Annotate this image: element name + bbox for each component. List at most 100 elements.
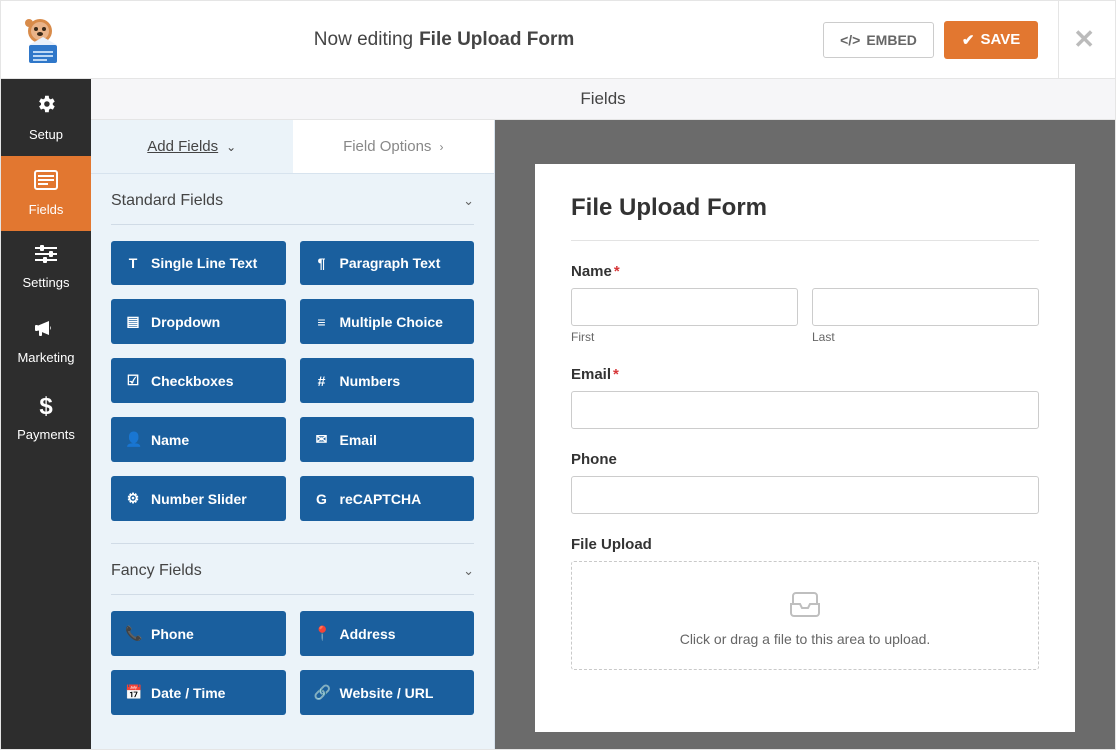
field-paragraph-text[interactable]: ¶Paragraph Text — [300, 241, 475, 285]
sliders-icon: ⚙ — [125, 490, 141, 507]
field-number-slider[interactable]: ⚙ Number Slider — [111, 476, 286, 521]
sidebar-item-label: Settings — [23, 275, 70, 290]
fields-panel: Add Fields ⌄ Field Options › Standard Fi… — [91, 120, 495, 749]
main-layout: Setup Fields Settings Marketing $ Paymen… — [1, 79, 1115, 749]
form-name: File Upload Form — [419, 29, 574, 51]
bullhorn-icon — [35, 318, 57, 344]
hash-icon: # — [314, 373, 330, 389]
envelope-icon: ✉ — [314, 431, 330, 448]
field-email[interactable]: ✉ Email — [300, 417, 475, 462]
input-last-name[interactable] — [812, 288, 1039, 326]
tab-label: Field Options — [343, 138, 431, 155]
sidebar-item-payments[interactable]: $ Payments — [1, 379, 91, 456]
label-phone: Phone — [571, 451, 1039, 468]
sidebar-item-settings[interactable]: Settings — [1, 231, 91, 304]
section-header-standard[interactable]: Standard Fields ⌄ — [111, 192, 474, 225]
field-label: Numbers — [340, 373, 401, 389]
form-card: File Upload Form Name* First — [535, 164, 1075, 732]
label-text: Email — [571, 366, 611, 383]
inbox-icon — [582, 590, 1028, 621]
editing-title: Now editing File Upload Form — [65, 29, 823, 51]
field-label: Address — [340, 626, 396, 642]
editing-prefix: Now editing — [314, 29, 413, 51]
field-label: Number Slider — [151, 491, 247, 507]
app-logo-icon — [15, 15, 65, 65]
pin-icon: 📍 — [314, 625, 330, 642]
dropdown-icon: ▤ — [125, 313, 141, 330]
tab-add-fields[interactable]: Add Fields ⌄ — [91, 120, 293, 173]
required-marker: * — [613, 366, 619, 383]
field-dropdown[interactable]: ▤Dropdown — [111, 299, 286, 344]
link-icon: 🔗 — [314, 684, 330, 701]
columns: Add Fields ⌄ Field Options › Standard Fi… — [91, 120, 1115, 749]
save-button[interactable]: ✔ SAVE — [944, 21, 1038, 59]
sidebar: Setup Fields Settings Marketing $ Paymen… — [1, 79, 91, 749]
sublabel-first: First — [571, 330, 798, 344]
field-address[interactable]: 📍 Address — [300, 611, 475, 656]
close-icon[interactable]: ✕ — [1073, 24, 1095, 55]
sidebar-item-setup[interactable]: Setup — [1, 79, 91, 156]
embed-label: EMBED — [866, 32, 917, 48]
fields-header: Fields — [91, 79, 1115, 120]
form-title: File Upload Form — [571, 194, 1039, 241]
upload-dropzone[interactable]: Click or drag a file to this area to upl… — [571, 561, 1039, 670]
field-row-file-upload[interactable]: File Upload Click or drag a file to this… — [571, 536, 1039, 670]
field-label: Single Line Text — [151, 255, 257, 271]
calendar-icon: 📅 — [125, 684, 141, 701]
field-single-line-text[interactable]: T Single Line Text — [111, 241, 286, 285]
field-website-url[interactable]: 🔗 Website / URL — [300, 670, 475, 715]
section-title: Standard Fields — [111, 192, 223, 210]
panel-tabs: Add Fields ⌄ Field Options › — [91, 120, 494, 174]
input-phone[interactable] — [571, 476, 1039, 514]
sublabel-last: Last — [812, 330, 1039, 344]
label-file-upload: File Upload — [571, 536, 1039, 553]
input-email[interactable] — [571, 391, 1039, 429]
field-date-time[interactable]: 📅 Date / Time — [111, 670, 286, 715]
field-phone[interactable]: 📞 Phone — [111, 611, 286, 656]
upload-hint: Click or drag a file to this area to upl… — [582, 631, 1028, 647]
section-fancy-fields: Fancy Fields ⌄ 📞 Phone 📍 Address 📅 Date / T… — [91, 544, 494, 727]
name-inputs: First Last — [571, 288, 1039, 344]
field-name[interactable]: 👤 Name — [111, 417, 286, 462]
section-header-fancy[interactable]: Fancy Fields ⌄ — [111, 562, 474, 595]
sidebar-item-fields[interactable]: Fields — [1, 156, 91, 231]
field-label: Checkboxes — [151, 373, 233, 389]
standard-field-grid: T Single Line Text ¶Paragraph Text ▤Dropd… — [111, 241, 474, 521]
field-row-email[interactable]: Email* — [571, 366, 1039, 429]
sidebar-item-label: Fields — [29, 202, 64, 217]
tab-label: Add Fields — [147, 138, 218, 155]
field-label: reCAPTCHA — [340, 491, 422, 507]
gear-icon — [35, 93, 57, 121]
form-preview-wrap: File Upload Form Name* First — [495, 120, 1115, 749]
field-label: Multiple Choice — [340, 314, 443, 330]
sliders-icon — [35, 245, 57, 269]
field-checkboxes[interactable]: ☑Checkboxes — [111, 358, 286, 403]
field-multiple-choice[interactable]: ≡Multiple Choice — [300, 299, 475, 344]
form-icon — [34, 170, 58, 196]
section-title: Fancy Fields — [111, 562, 202, 580]
required-marker: * — [614, 263, 620, 280]
field-row-name[interactable]: Name* First Last — [571, 263, 1039, 344]
tab-field-options[interactable]: Field Options › — [293, 120, 495, 173]
input-first-name[interactable] — [571, 288, 798, 326]
phone-icon: 📞 — [125, 625, 141, 642]
field-label: Date / Time — [151, 685, 225, 701]
label-text: Name — [571, 263, 612, 280]
field-label: Website / URL — [340, 685, 434, 701]
user-icon: 👤 — [125, 431, 141, 448]
text-icon: T — [125, 255, 141, 271]
field-label: Name — [151, 432, 189, 448]
field-label: Email — [340, 432, 377, 448]
field-label: Phone — [151, 626, 194, 642]
sidebar-item-marketing[interactable]: Marketing — [1, 304, 91, 379]
field-row-phone[interactable]: Phone — [571, 451, 1039, 514]
topbar-actions: </> EMBED ✔ SAVE — [823, 21, 1038, 59]
google-icon: G — [314, 491, 330, 507]
embed-button[interactable]: </> EMBED — [823, 22, 934, 58]
separator — [1058, 1, 1059, 79]
section-standard-fields: Standard Fields ⌄ T Single Line Text ¶Par… — [91, 174, 494, 533]
field-recaptcha[interactable]: GreCAPTCHA — [300, 476, 475, 521]
field-numbers[interactable]: # Numbers — [300, 358, 475, 403]
label-name: Name* — [571, 263, 1039, 280]
dollar-icon: $ — [39, 393, 52, 421]
